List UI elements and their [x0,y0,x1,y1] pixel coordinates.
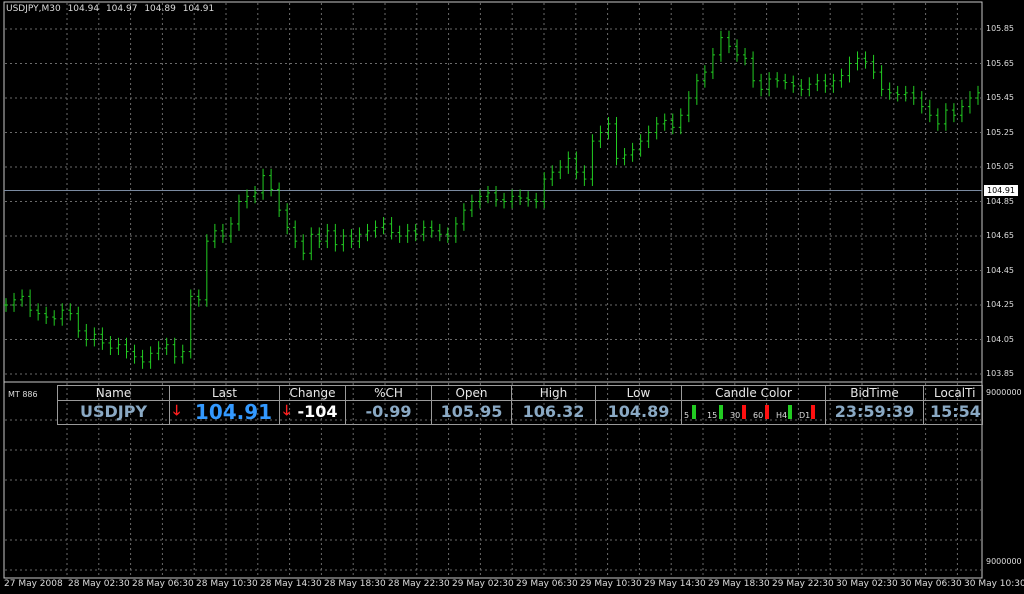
time-tick-label: 30 May 02:30 [836,579,898,589]
col-bidtime: BidTime 23:59:39 [826,386,924,424]
ticker-panel: Name USDJPY Last 🡓 104.91 Change 🡓 -104 … [57,385,983,425]
col-pct-header: %CH [346,386,431,401]
price-tick-label: 103.85 [986,369,1014,378]
ohlc-open: 104.94 [67,4,100,14]
open-value: 105.95 [440,402,503,421]
price-tick-label: 105.45 [986,93,1014,102]
candle-tf-label: 30 [730,411,741,420]
time-tick-label: 29 May 06:30 [516,579,578,589]
col-name-header: Name [58,386,169,401]
price-tick-label: 105.85 [986,24,1014,33]
ohlc-low: 104.89 [144,4,176,14]
ohlc-close: 104.91 [182,4,215,14]
col-candle-color: Candle Color 5 15 30 60 H4 D1 [682,386,826,424]
symbol-name: USDJPY [79,402,148,421]
candle-color-swatch [719,405,723,419]
price-tick-label: 104.85 [986,196,1014,206]
current-price-box: 104.91 [984,185,1018,196]
col-low-header: Low [596,386,681,401]
candle-color-swatch [742,405,746,419]
indicator-scale-top: 9000000 [986,388,1022,397]
col-name: Name USDJPY [58,386,170,424]
col-low: Low 104.89 [596,386,682,424]
time-tick-label: 30 May 06:30 [900,579,962,589]
pct-change-value: -0.99 [365,402,412,421]
candle-tf-label: 5 [684,411,690,420]
chart-canvas[interactable] [0,0,1024,594]
col-last-header: Last [170,386,279,401]
time-tick-label: 28 May 14:30 [260,579,322,589]
ohlc-high: 104.97 [105,4,138,14]
time-tick-label: 28 May 02:30 [68,579,130,589]
col-candle-header: Candle Color [682,386,825,401]
symbol-timeframe: USDJPY,M30 [6,4,61,14]
candle-color-swatch [692,405,696,419]
chart-header: USDJPY,M30 104.94 104.97 104.89 104.91 [6,4,218,14]
bidtime-value: 23:59:39 [834,402,915,421]
price-tick-label: 105.05 [986,162,1014,171]
price-tick-label: 104.25 [986,300,1014,309]
change-value: -104 [297,402,338,421]
col-bidtime-header: BidTime [826,386,923,401]
low-value: 104.89 [607,402,670,421]
col-open-header: Open [432,386,511,401]
price-tick-label: 105.25 [986,127,1014,137]
time-tick-label: 29 May 14:30 [644,579,706,589]
time-tick-label: 28 May 22:30 [388,579,450,589]
price-tick-label: 104.05 [986,334,1014,344]
time-tick-label: 27 May 2008 [4,579,63,589]
time-tick-label: 29 May 18:30 [708,579,770,589]
candle-color-swatch [811,405,815,419]
col-change: Change 🡓 -104 [280,386,346,424]
time-tick-label: 28 May 10:30 [196,579,258,589]
candle-tf-label: 15 [707,411,718,420]
candle-tf-label: H4 [776,411,788,420]
col-open: Open 105.95 [432,386,512,424]
candle-tf-label: D1 [799,411,811,420]
price-tick-label: 105.65 [986,58,1014,68]
candle-tf-label: 60 [753,411,764,420]
arrow-down-icon: 🡓 [173,403,181,419]
col-last: Last 🡓 104.91 [170,386,280,424]
candle-color-swatch [788,405,792,419]
indicator-scale-bottom: 9000000 [986,557,1022,566]
time-tick-label: 30 May 10:30 [964,579,1024,589]
col-localtime: LocalTi 15:54 [924,386,982,424]
col-change-header: Change [280,386,345,401]
last-price: 104.91 [194,400,273,424]
price-tick-label: 104.65 [986,231,1014,240]
indicator-window-label: MT 886 [8,390,38,399]
col-high-header: High [512,386,595,401]
time-tick-label: 28 May 18:30 [324,579,386,589]
localtime-value: 15:54 [930,402,981,421]
time-tick-label: 28 May 06:30 [132,579,194,589]
col-pct-change: %CH -0.99 [346,386,432,424]
candle-color-swatch [765,405,769,419]
candle-color-strip: 5 15 30 60 H4 D1 [682,403,825,423]
col-high: High 106.32 [512,386,596,424]
time-tick-label: 29 May 02:30 [452,579,514,589]
time-tick-label: 29 May 22:30 [772,579,834,589]
time-tick-label: 29 May 10:30 [580,579,642,589]
price-tick-label: 104.45 [986,265,1014,275]
high-value: 106.32 [522,402,585,421]
col-localtime-header: LocalTi [924,386,982,401]
